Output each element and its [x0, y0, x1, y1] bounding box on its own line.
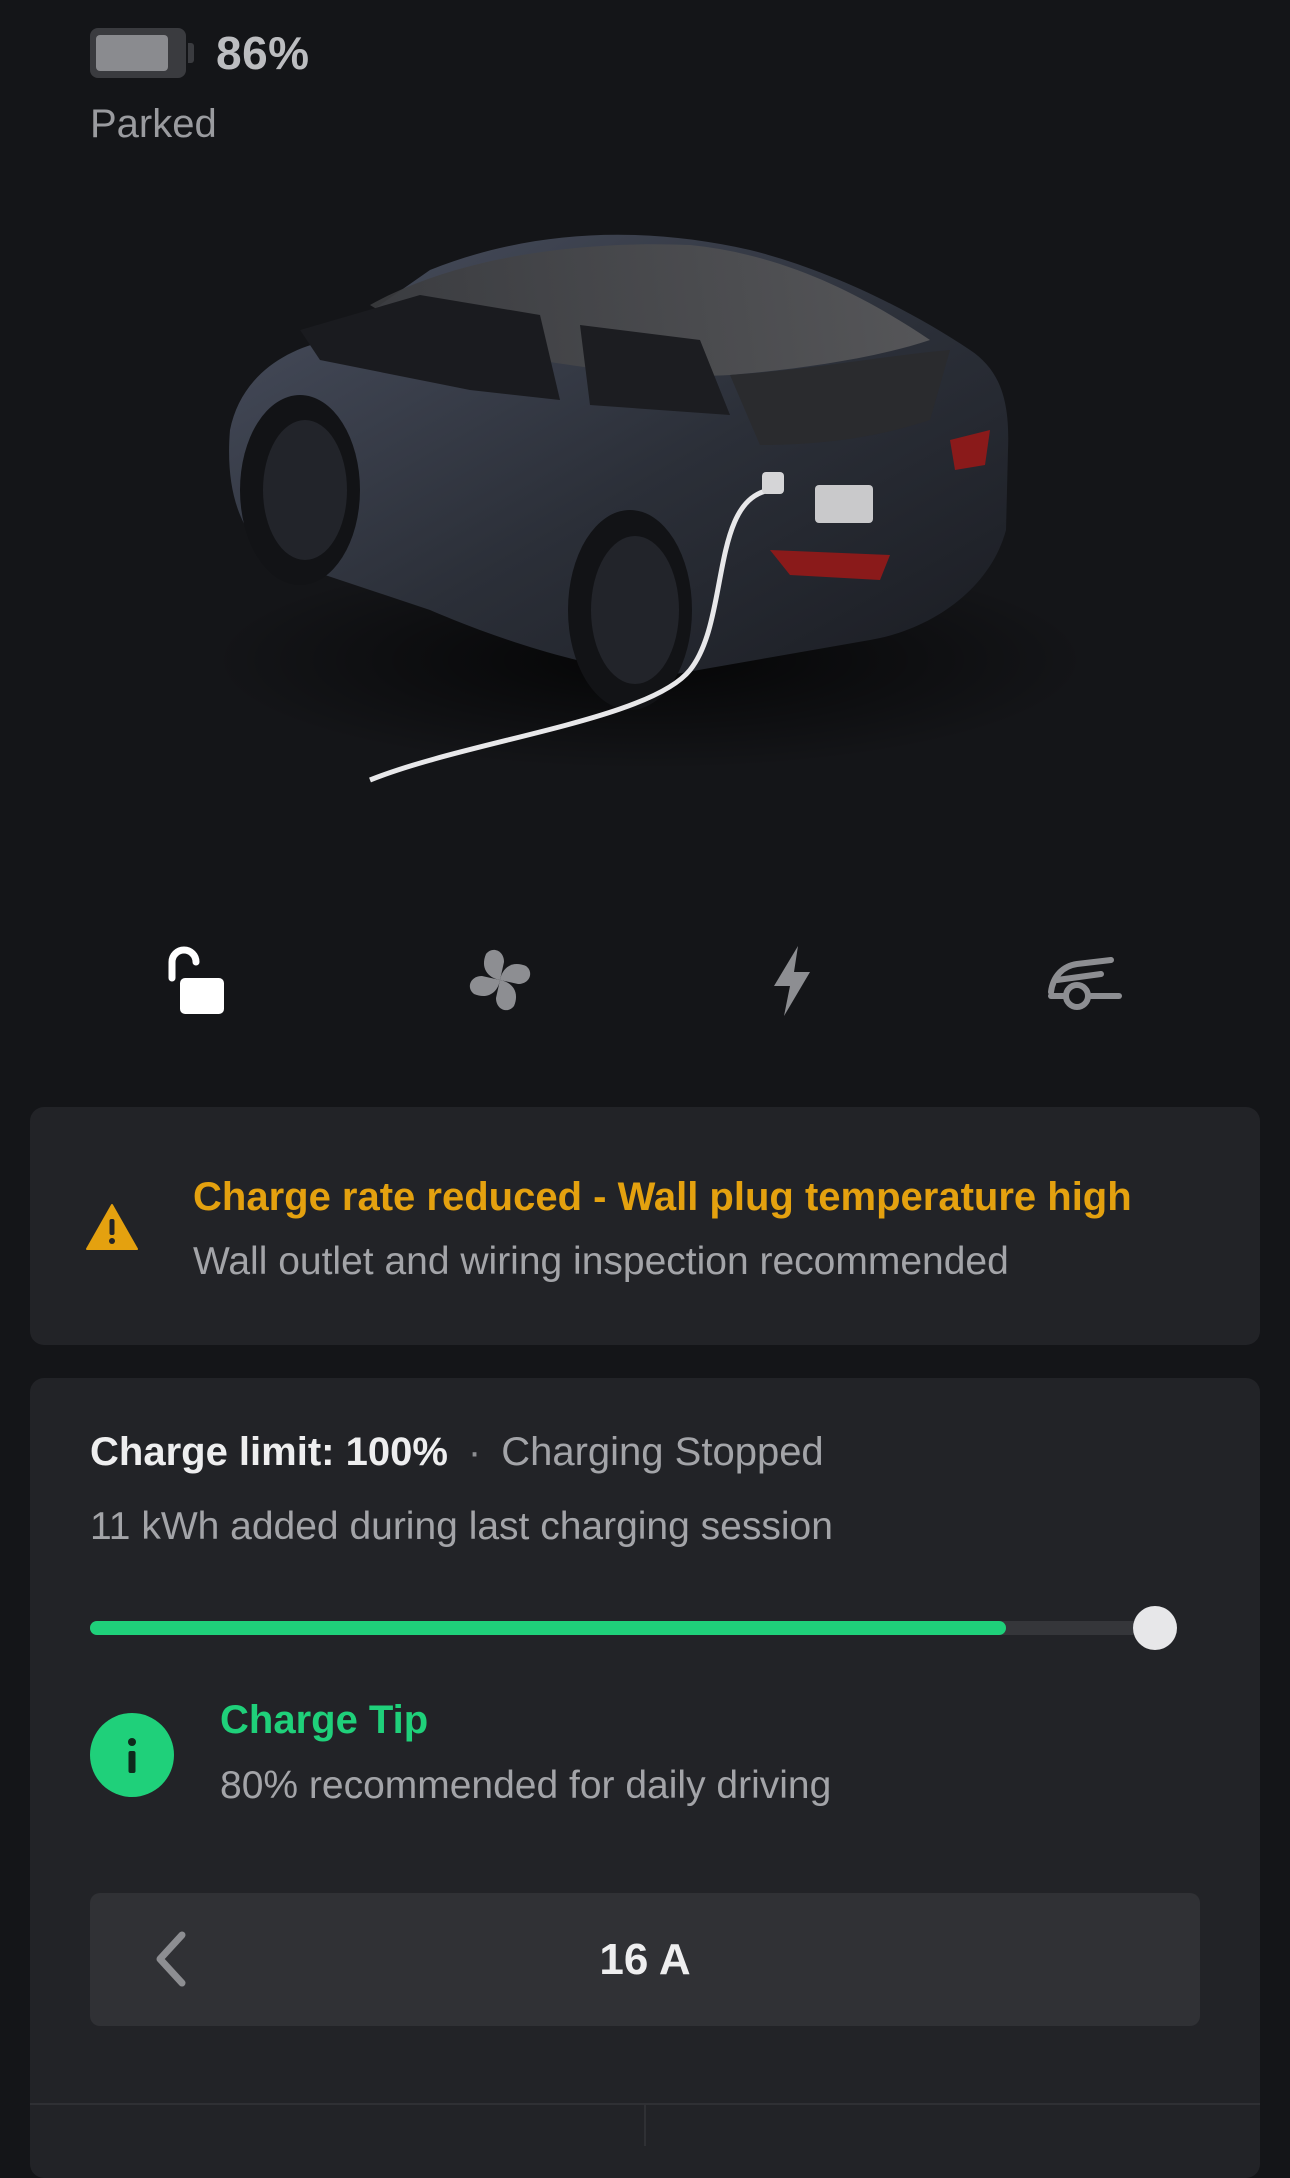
lightning-icon: [774, 946, 810, 1016]
charge-limit-slider[interactable]: [90, 1606, 1177, 1650]
slider-thumb[interactable]: [1133, 1606, 1177, 1650]
alert-subtitle: Wall outlet and wiring inspection recomm…: [193, 1240, 1009, 1283]
chevron-left-icon: [156, 1931, 186, 1987]
charging-button[interactable]: [742, 930, 842, 1030]
summon-button[interactable]: [1034, 930, 1134, 1030]
slider-charge-fill: [90, 1621, 1006, 1635]
vehicle-image: [170, 200, 1130, 840]
amperage-control: 16 A: [90, 1893, 1200, 2026]
info-icon: [90, 1713, 174, 1797]
charge-tip-title: Charge Tip: [220, 1698, 429, 1742]
unlock-button[interactable]: [148, 930, 248, 1030]
charging-card: Charge limit: 100% · Charging Stopped 11 k…: [30, 1378, 1260, 2178]
battery-status: 86%: [90, 26, 310, 80]
vehicle-state: Parked: [90, 102, 217, 146]
energy-added: 11 kWh added during last charging sessio…: [90, 1505, 833, 1548]
amperage-value: 16 A: [599, 1934, 691, 1984]
charge-tip-text: 80% recommended for daily driving: [220, 1764, 832, 1807]
fan-icon: [469, 949, 531, 1011]
bottom-divider-vertical: [644, 2105, 646, 2146]
battery-icon: [90, 28, 194, 78]
battery-percent: 86%: [216, 27, 310, 79]
quick-controls: [0, 930, 1290, 1030]
climate-button[interactable]: [450, 930, 550, 1030]
charge-limit-line: Charge limit: 100% · Charging Stopped: [90, 1430, 824, 1475]
unlock-icon: [168, 946, 224, 1014]
summon-icon: [1048, 957, 1122, 1010]
charge-limit-label: Charge limit: 100%: [90, 1430, 448, 1474]
separator-dot: ·: [467, 1430, 482, 1474]
charge-alert-card[interactable]: Charge rate reduced - Wall plug temperat…: [30, 1107, 1260, 1345]
warning-icon: [86, 1204, 138, 1250]
charging-status: Charging Stopped: [501, 1430, 824, 1474]
alert-title: Charge rate reduced - Wall plug temperat…: [193, 1175, 1132, 1219]
decrease-amperage-button[interactable]: [140, 1927, 200, 1991]
